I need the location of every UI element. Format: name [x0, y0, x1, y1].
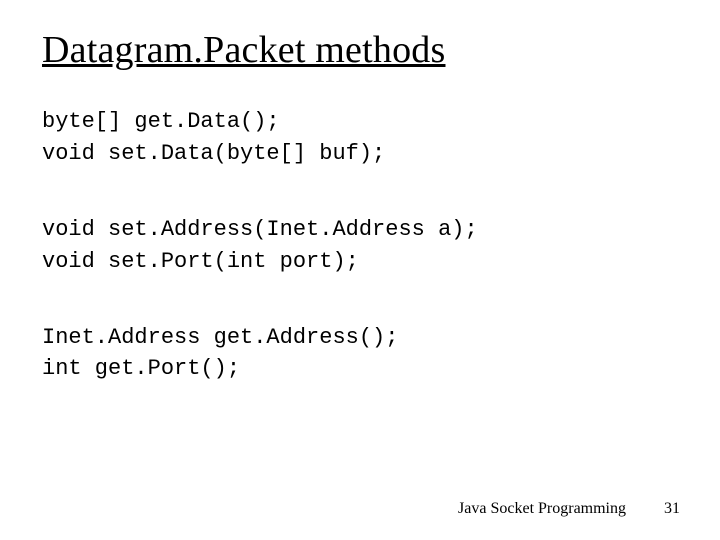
slide-title: Datagram.Packet methods	[42, 28, 678, 72]
code-line: void set.Address(Inet.Address a);	[42, 214, 678, 246]
code-block-1: byte[] get.Data(); void set.Data(byte[] …	[42, 106, 678, 170]
page-number: 31	[664, 500, 680, 518]
code-line: void set.Port(int port);	[42, 246, 678, 278]
footer-label: Java Socket Programming	[458, 500, 626, 517]
code-line: byte[] get.Data();	[42, 106, 678, 138]
code-line: void set.Data(byte[] buf);	[42, 138, 678, 170]
code-block-3: Inet.Address get.Address(); int get.Port…	[42, 322, 678, 386]
slide: Datagram.Packet methods byte[] get.Data(…	[0, 0, 720, 540]
code-block-2: void set.Address(Inet.Address a); void s…	[42, 214, 678, 278]
slide-footer: Java Socket Programming 31	[458, 500, 680, 518]
code-line: Inet.Address get.Address();	[42, 322, 678, 354]
code-line: int get.Port();	[42, 353, 678, 385]
